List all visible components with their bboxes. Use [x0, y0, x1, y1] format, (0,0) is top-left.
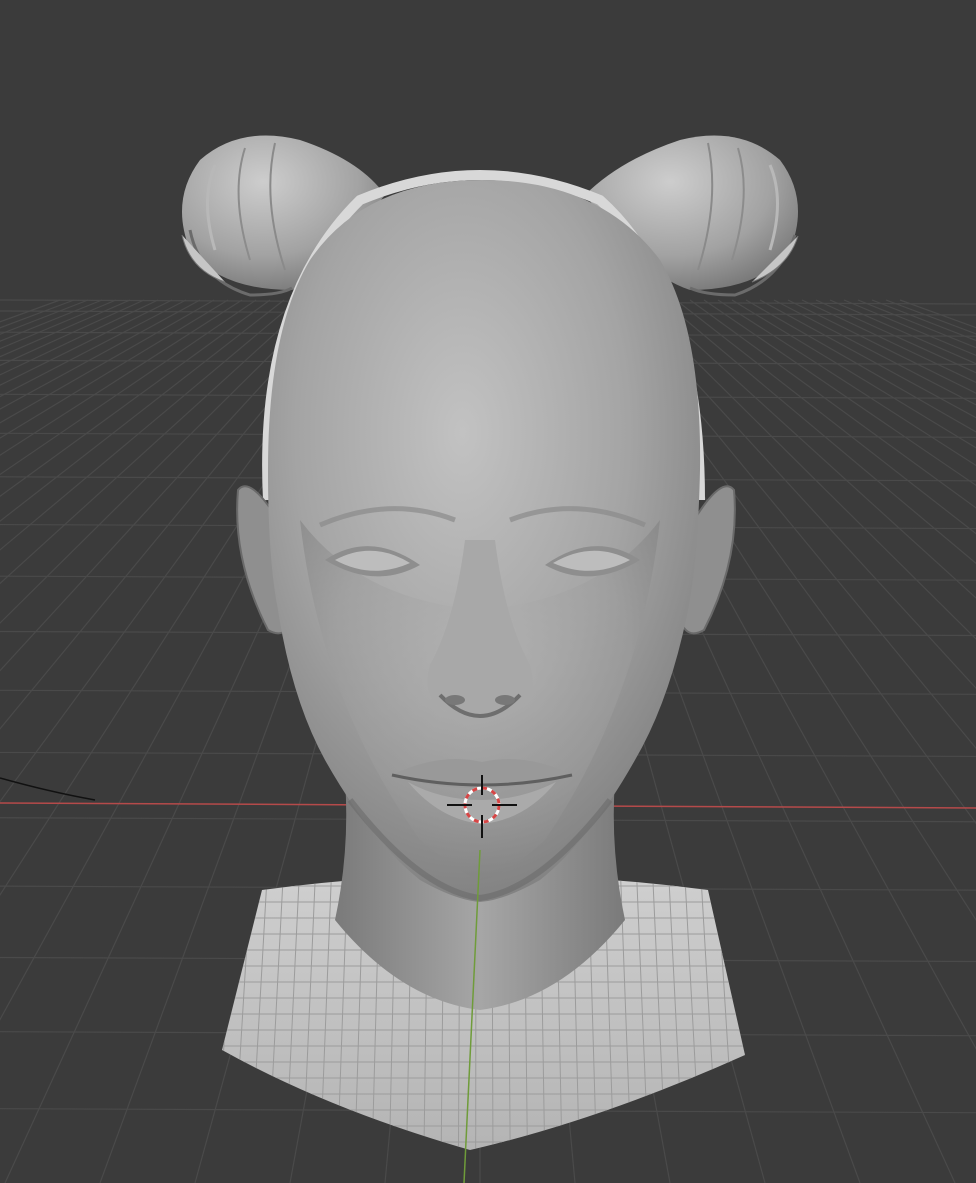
3d-viewport[interactable] — [0, 0, 976, 1183]
viewport-canvas[interactable] — [0, 0, 976, 1183]
